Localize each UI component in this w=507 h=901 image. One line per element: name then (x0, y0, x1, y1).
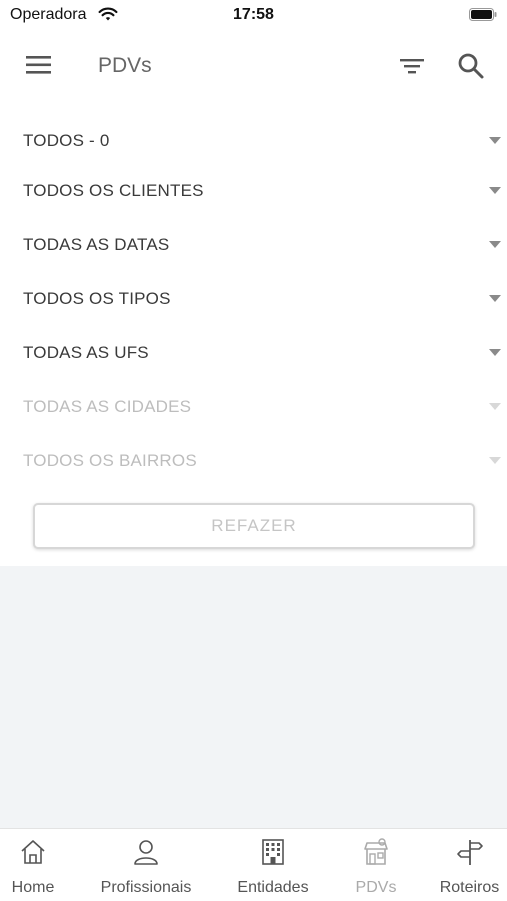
search-icon[interactable] (454, 50, 488, 82)
dropdown-arrow-icon (489, 187, 501, 194)
tab-profissionais[interactable]: Profissionais (88, 829, 204, 901)
filter-label: TODOS - 0 (23, 131, 110, 150)
filter-label: TODAS AS UFS (23, 343, 149, 362)
filter-neighborhoods-dropdown: TODOS OS BAIRROS (0, 439, 507, 483)
dropdown-arrow-icon (489, 241, 501, 248)
signpost-icon (456, 840, 483, 865)
tab-label: Roteiros (439, 879, 500, 896)
person-icon (134, 840, 158, 865)
filter-panel: TODOS - 0 TODOS OS CLIENTES TODAS AS DAT… (0, 102, 507, 566)
filter-label: TODOS OS CLIENTES (23, 181, 204, 200)
filter-label: TODOS OS BAIRROS (23, 451, 197, 470)
filter-types-dropdown[interactable]: TODOS OS TIPOS (0, 277, 507, 321)
results-area (0, 566, 507, 828)
battery-icon (469, 8, 497, 21)
tab-entidades[interactable]: Entidades (226, 829, 320, 901)
tab-pdvs[interactable]: PDVs (344, 829, 408, 901)
filter-label: TODAS AS CIDADES (23, 397, 192, 416)
redo-button[interactable]: REFAZER (33, 503, 475, 549)
store-icon (364, 838, 388, 865)
filter-dates-dropdown[interactable]: TODAS AS DATAS (0, 223, 507, 267)
filter-cities-dropdown: TODAS AS CIDADES (0, 385, 507, 429)
menu-icon[interactable] (24, 52, 54, 78)
filter-clients-dropdown[interactable]: TODOS OS CLIENTES (0, 169, 507, 213)
tab-label: Entidades (237, 879, 309, 896)
dropdown-arrow-icon (489, 457, 501, 464)
tab-label: PDVs (355, 879, 397, 896)
tab-label: Profissionais (100, 879, 192, 896)
tab-bar: Home Profissionais Entidades PDVs Roteir… (0, 828, 507, 901)
filter-total-dropdown[interactable]: TODOS - 0 (0, 119, 507, 163)
filter-ufs-dropdown[interactable]: TODAS AS UFS (0, 331, 507, 375)
status-bar: Operadora 17:58 (0, 0, 507, 30)
filter-icon[interactable] (396, 52, 428, 80)
tab-roteiros[interactable]: Roteiros (432, 829, 507, 901)
tab-home[interactable]: Home (0, 829, 66, 901)
filter-label: TODAS AS DATAS (23, 235, 170, 254)
home-icon (21, 840, 45, 864)
building-icon (262, 839, 284, 865)
page-title: PDVs (98, 54, 152, 77)
clock: 17:58 (233, 6, 274, 23)
app-bar: PDVs (0, 30, 507, 102)
dropdown-arrow-icon (489, 403, 501, 410)
tab-label: Home (11, 879, 55, 896)
dropdown-arrow-icon (489, 137, 501, 144)
filter-label: TODOS OS TIPOS (23, 289, 171, 308)
dropdown-arrow-icon (489, 349, 501, 356)
dropdown-arrow-icon (489, 295, 501, 302)
